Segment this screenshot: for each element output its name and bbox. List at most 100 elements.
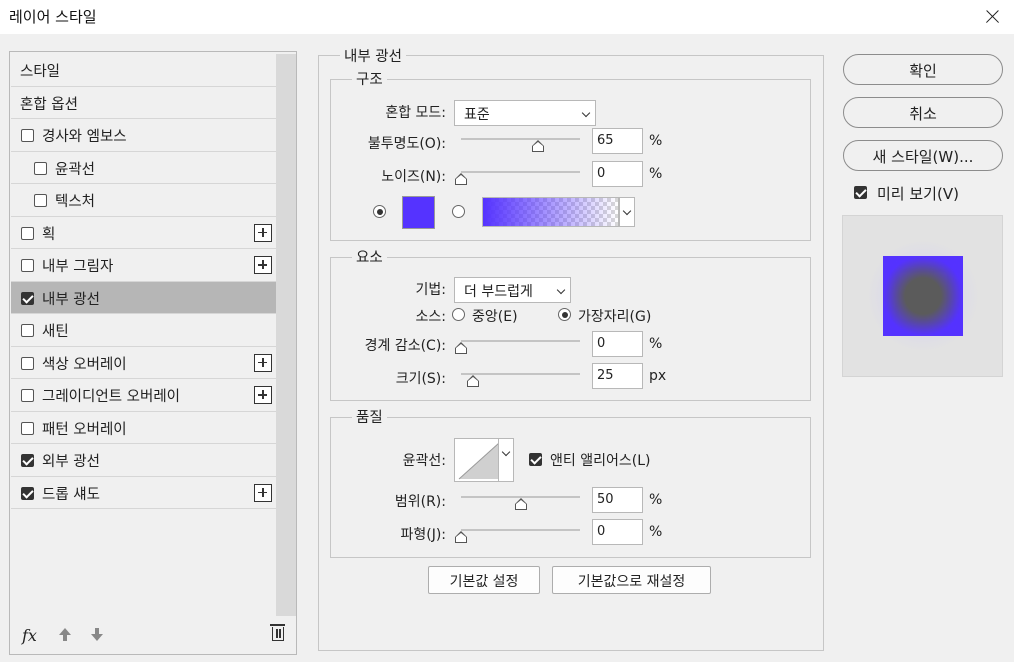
choke-input[interactable]: 0 [592,331,643,357]
style-item-checkbox[interactable] [21,389,34,402]
source-edge-label[interactable]: 가장자리(G) [578,306,651,326]
cancel-button[interactable]: 취소 [843,97,1003,128]
jitter-slider[interactable] [455,527,580,543]
style-item[interactable]: 그레이디언트 오버레이 [11,379,276,412]
gradient-dropdown-button[interactable] [619,197,635,227]
blend-mode-value: 표준 [464,107,490,123]
contour-label: 윤곽선: [402,453,446,469]
style-item[interactable]: 내부 그림자 [11,249,276,282]
noise-input[interactable]: 0 [592,161,643,187]
style-item-checkbox[interactable] [21,324,34,337]
style-item[interactable]: 패턴 오버레이 [11,412,276,444]
style-item-label: 경사와 엠보스 [42,129,127,145]
jitter-slider-thumb[interactable] [455,531,467,543]
technique-select[interactable]: 더 부드럽게 [454,277,571,303]
style-item-checkbox[interactable] [21,454,34,467]
preview-label[interactable]: 미리 보기(V) [877,183,959,204]
style-item[interactable]: 경사와 엠보스 [11,119,276,152]
ok-button[interactable]: 확인 [843,54,1003,85]
opacity-input[interactable]: 65 [592,128,643,154]
technique-label: 기법: [415,282,446,298]
add-icon[interactable] [254,353,272,372]
add-icon[interactable] [254,483,272,502]
noise-slider-thumb[interactable] [455,173,467,185]
contour-dropdown-button[interactable] [498,438,514,482]
style-item-checkbox[interactable] [21,356,34,370]
style-item-label: 내부 광선 [42,291,100,308]
opacity-slider-thumb[interactable] [532,140,545,152]
style-item[interactable]: 스타일 [11,54,276,87]
elements-title: 요소 [352,246,387,267]
source-center-radio[interactable] [452,308,465,321]
contour-curve [458,442,500,480]
style-item[interactable]: 윤곽선 [11,152,276,184]
antialias-checkbox[interactable] [529,453,542,466]
style-item-checkbox[interactable] [21,291,34,305]
choke-slider-thumb[interactable] [455,342,467,354]
close-icon[interactable] [968,0,1014,34]
blend-mode-select[interactable]: 표준 [454,100,596,126]
reset-default-button[interactable]: 기본값으로 재설정 [552,566,711,594]
style-item[interactable]: 새틴 [11,314,276,347]
source-label: 소스: [415,309,446,325]
size-label: 크기(S): [395,371,446,387]
styles-toolbar: fx [10,616,296,654]
style-item-checkbox[interactable] [21,129,34,142]
glow-gradient-swatch[interactable] [482,197,619,227]
move-down-icon[interactable] [91,628,103,642]
noise-slider[interactable] [455,169,580,185]
style-item-label: 내부 그림자 [42,259,114,275]
jitter-input[interactable]: 0 [592,519,643,545]
range-slider[interactable] [461,494,580,510]
style-item-checkbox[interactable] [21,421,34,435]
style-item-label: 윤곽선 [55,161,96,178]
style-item[interactable]: 외부 광선 [11,444,276,477]
add-icon[interactable] [254,256,272,274]
source-center-label[interactable]: 중앙(E) [472,306,518,326]
style-item-checkbox[interactable] [34,194,47,207]
opacity-label: 불투명도(O): [367,136,446,152]
styles-panel: 스타일혼합 옵션경사와 엠보스윤곽선텍스처획내부 그림자내부 광선새틴 색상 오버… [9,51,297,655]
style-item-label: 그레이디언트 오버레이 [42,389,181,405]
range-input[interactable]: 50 [592,487,643,513]
style-item-checkbox[interactable] [21,259,34,272]
choke-slider[interactable] [455,338,580,354]
style-item-checkbox[interactable] [21,226,34,240]
style-item[interactable]: 내부 광선 [11,281,276,314]
opacity-unit: % [649,133,663,149]
style-item[interactable]: 색상 오버레이 [11,347,276,379]
new-style-button[interactable]: 새 스타일(W)... [843,140,1003,171]
make-default-button[interactable]: 기본값 설정 [428,566,540,594]
opacity-slider[interactable] [461,136,580,152]
gradient-radio[interactable] [452,205,465,218]
add-icon[interactable] [254,386,272,404]
style-item-label: 텍스처 [55,194,96,210]
range-label: 범위(R): [394,494,446,510]
style-item[interactable]: 텍스처 [11,184,276,217]
style-item-label: 획 [42,226,56,243]
styles-scrollbar[interactable] [276,54,296,616]
add-icon[interactable] [254,223,272,242]
glow-color-swatch[interactable] [402,196,435,229]
move-up-icon[interactable] [59,628,71,642]
style-item-label: 스타일 [20,64,61,80]
size-slider-thumb[interactable] [466,375,479,387]
noise-label: 노이즈(N): [381,169,446,185]
solid-color-radio[interactable] [373,205,386,218]
jitter-label: 파형(J): [400,527,446,543]
style-item-checkbox[interactable] [21,486,34,500]
source-edge-radio[interactable] [558,308,571,321]
antialias-label[interactable]: 앤티 앨리어스(L) [550,450,650,470]
style-item-checkbox[interactable] [34,161,47,175]
range-slider-thumb[interactable] [514,498,527,510]
size-input[interactable]: 25 [592,363,643,389]
trash-icon[interactable] [270,624,285,641]
style-item[interactable]: 드롭 섀도 [11,477,276,509]
style-item[interactable]: 혼합 옵션 [11,87,276,119]
style-item[interactable]: 획 [11,217,276,249]
style-item-label: 외부 광선 [42,454,100,470]
size-slider[interactable] [461,371,580,387]
fx-icon[interactable]: fx [22,626,37,645]
contour-picker[interactable] [454,438,503,482]
preview-checkbox[interactable] [854,186,867,199]
